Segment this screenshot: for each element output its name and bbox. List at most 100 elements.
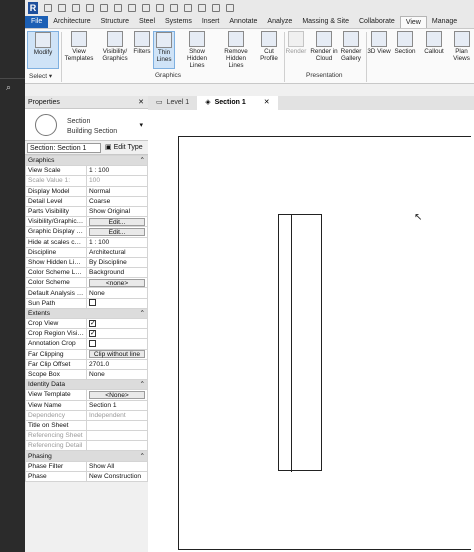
render-gallery-button[interactable]: Render Gallery [337,31,365,62]
property-value[interactable] [86,317,148,330]
thin-lines-button[interactable]: Thin Lines [153,31,175,69]
ribbon-tab[interactable]: Massing & Site [297,16,354,28]
property-value[interactable]: Coarse [86,195,148,207]
visibility-graphics-button[interactable]: Visibility/ Graphics [98,31,132,62]
crop-region[interactable] [178,136,471,550]
property-row: Default Analysis Display StyleNone [25,287,148,299]
checkbox[interactable] [89,320,96,328]
property-group-header[interactable]: Phasing ⌃ [25,450,148,462]
print-icon[interactable] [114,4,122,12]
checkbox[interactable] [89,340,96,348]
sync-icon[interactable] [72,4,80,12]
ribbon-tab[interactable]: View [399,16,427,28]
view-templates-button[interactable]: View Templates [63,31,95,62]
select-panel-label[interactable]: Select ▾ [29,72,52,80]
ribbon-tab[interactable]: Annotate [224,16,262,28]
undo-icon[interactable] [86,4,94,12]
section-icon[interactable] [184,4,192,12]
property-value[interactable] [86,338,148,350]
close-icon[interactable]: ✕ [138,96,144,109]
thin-lines-icon[interactable] [198,4,206,12]
filters-button[interactable]: Filters [131,31,153,55]
property-value[interactable] [86,328,148,340]
app-logo[interactable]: R [28,2,38,14]
ribbon-tab[interactable]: Architecture [48,16,95,28]
collapse-icon[interactable]: ⌃ [139,452,145,460]
text-icon[interactable] [156,4,164,12]
show-hidden-lines-button[interactable]: Show Hidden Lines [179,31,215,69]
revit-window: R File Architecture Structure Steel Systems I… [25,0,474,552]
search-icon[interactable]: ⌕ [6,82,11,93]
ribbon-tab[interactable]: Steel [134,16,160,28]
section-button[interactable]: Section [391,31,419,55]
3d-view-icon[interactable] [170,4,178,12]
ribbon-tab[interactable]: Structure [96,16,134,28]
property-value[interactable]: Section 1 [86,399,148,411]
open-icon[interactable] [44,4,52,12]
property-value[interactable]: Background [86,267,148,279]
property-group-header[interactable]: Identity Data ⌃ [25,379,148,391]
property-value[interactable]: New Construction [86,470,148,483]
section-element[interactable] [278,214,322,472]
ribbon-tab[interactable]: File [25,16,49,28]
3d-view-button[interactable]: 3D View [367,31,391,55]
plan-views-button[interactable]: Plan Views [449,31,474,62]
ribbon-tab[interactable]: Collaborate [354,16,400,28]
view-tab[interactable]: ▭ Level 1 [148,96,197,110]
switch-windows-icon[interactable] [226,4,234,12]
property-value[interactable]: By Discipline [86,256,148,269]
remove-hidden-lines-button[interactable]: Remove Hidden Lines [218,31,254,69]
collapse-icon[interactable]: ⌃ [139,309,145,317]
property-value[interactable] [86,297,148,309]
redo-icon[interactable] [100,4,108,12]
chevron-down-icon[interactable]: ▾ [139,121,143,129]
property-value[interactable]: Edit... [86,216,148,228]
property-button[interactable]: <none> [89,278,145,287]
edit-type-button[interactable]: ▣ Edit Type [105,143,143,153]
property-value[interactable]: 2701.0 [86,358,148,370]
property-button[interactable]: Edit... [89,227,145,236]
ribbon-tab[interactable]: Systems [160,16,197,28]
modify-button[interactable]: Modify [27,31,59,69]
property-value[interactable]: None [86,368,148,381]
checkbox[interactable] [89,299,96,307]
property-value[interactable] [86,419,148,432]
type-selector[interactable]: Section Building Section ▾ [25,109,148,141]
property-group-header[interactable]: Extents ⌃ [25,307,148,320]
property-value[interactable]: Architectural [86,246,148,258]
callout-button[interactable]: Callout [420,31,448,55]
property-value[interactable]: Show Original [86,205,148,218]
property-value[interactable]: Clip without line [86,348,148,360]
property-button[interactable]: Edit... [89,217,145,226]
property-button[interactable]: <None> [89,390,145,399]
property-value[interactable]: <None> [86,389,148,401]
property-value[interactable]: <none> [86,277,148,289]
cut-profile-button[interactable]: Cut Profile [255,31,283,62]
property-value: Independent [86,409,148,421]
checkbox[interactable] [89,330,96,338]
property-value[interactable]: 1 : 100 [86,236,148,248]
property-value[interactable]: Edit... [86,226,148,238]
dimension-icon[interactable] [142,4,150,12]
property-group-header[interactable]: Graphics ⌃ [25,154,148,167]
property-value[interactable]: 1 : 100 [86,165,148,177]
ribbon-tab[interactable]: Analyze [262,16,297,28]
ribbon-tab[interactable]: Manage [427,16,462,28]
instance-selector[interactable]: Section: Section 1 [27,143,101,153]
measure-icon[interactable] [128,4,136,12]
collapse-icon[interactable]: ⌃ [139,381,145,389]
save-icon[interactable] [58,4,66,12]
close-tab-icon[interactable]: ✕ [264,96,270,110]
property-button[interactable]: Clip without line [89,350,145,359]
property-value[interactable]: Show All [86,460,148,472]
view-tab[interactable]: ◈ Section 1 ✕ [197,96,278,110]
property-value[interactable]: Normal [86,185,148,197]
collapse-icon[interactable]: ⌃ [139,157,145,165]
properties-title-bar[interactable]: Properties ✕ [25,96,148,109]
render-in-cloud-button[interactable]: Render in Cloud [310,31,338,62]
render-button[interactable]: Render [283,31,309,55]
close-hidden-icon[interactable] [212,4,220,12]
drawing-area[interactable]: ↖ [148,110,474,552]
property-value[interactable]: None [86,287,148,299]
ribbon-tab[interactable]: Insert [197,16,225,28]
